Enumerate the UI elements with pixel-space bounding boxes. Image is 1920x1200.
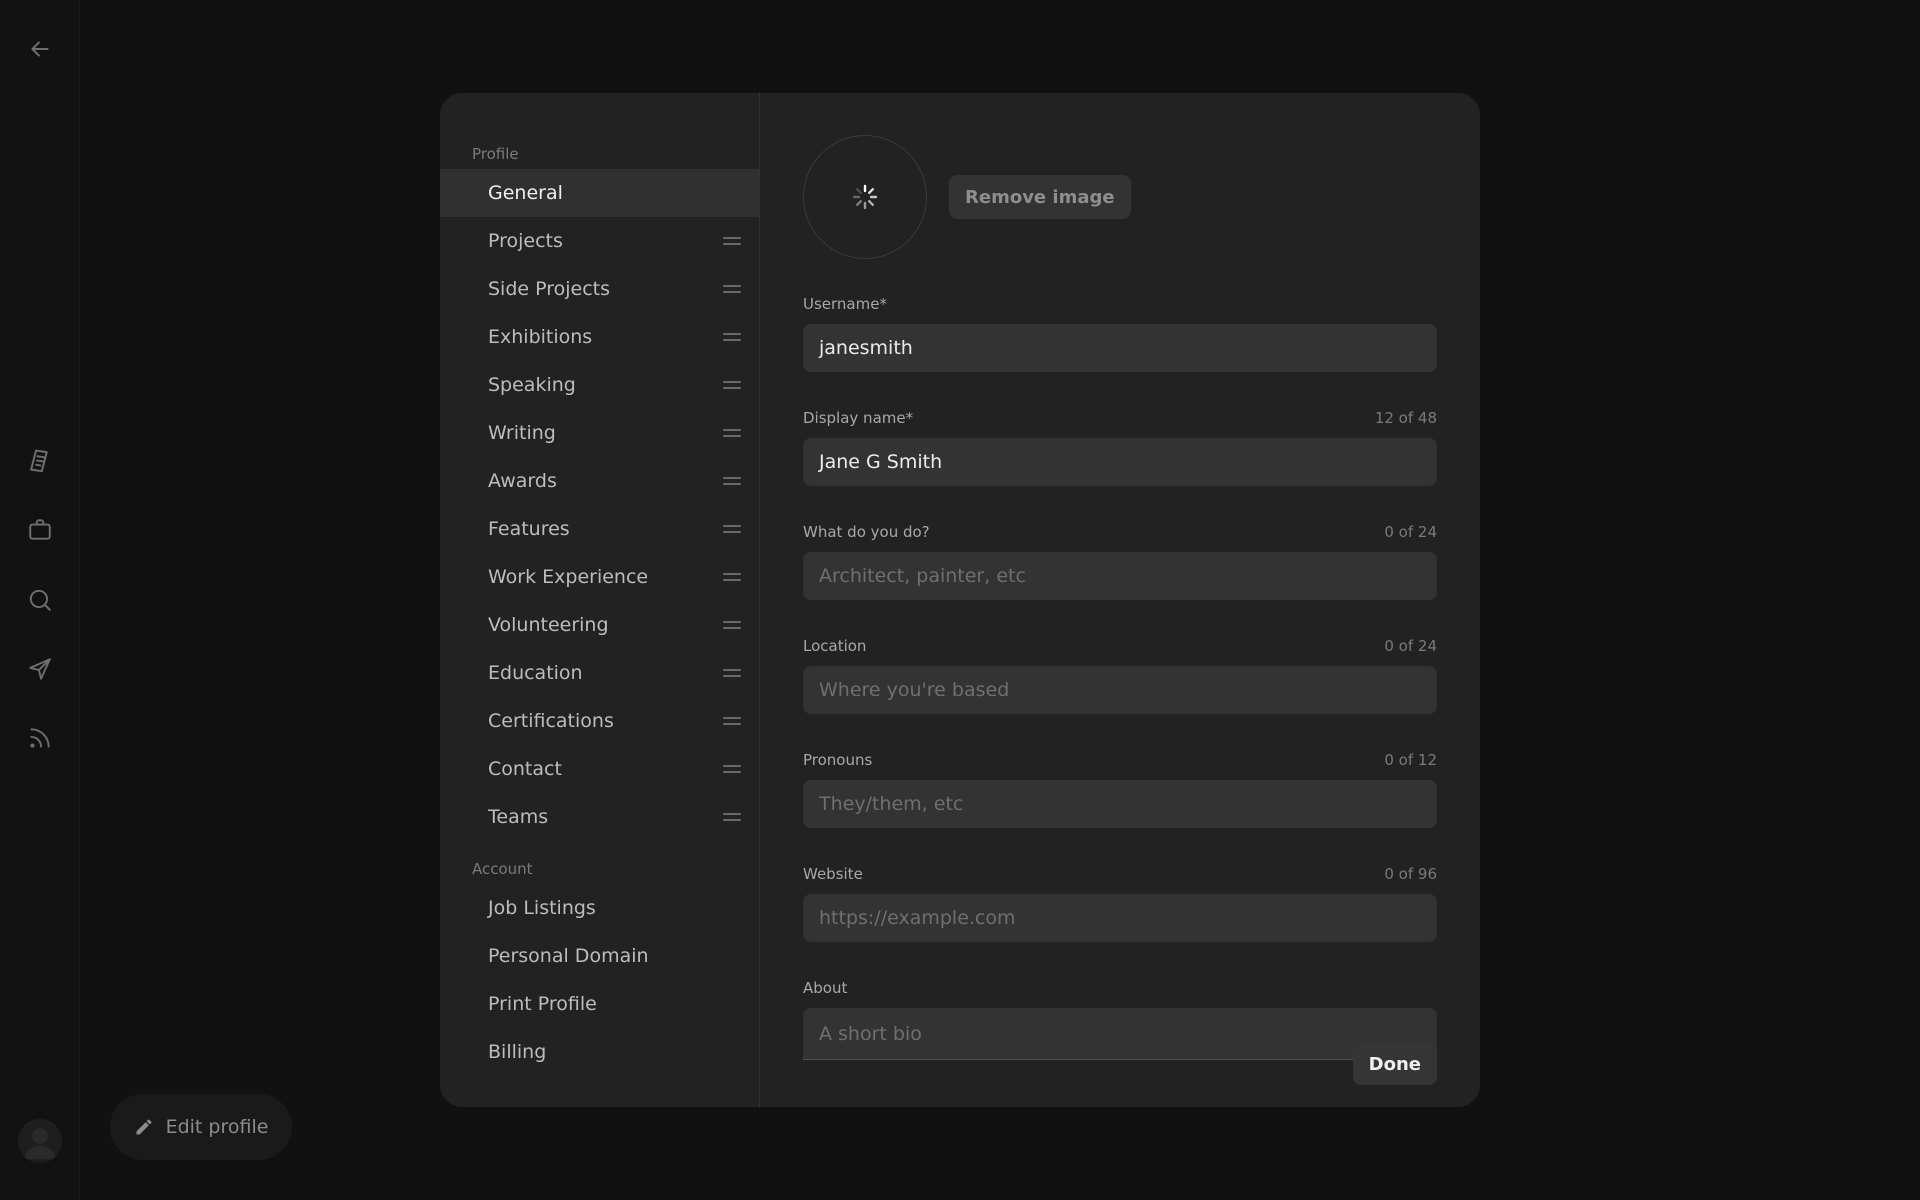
drag-handle-icon[interactable]: [723, 428, 741, 438]
pronouns-input[interactable]: They/them, etc: [803, 780, 1437, 828]
settings-sidebar: Profile General Projects Side Projects E…: [440, 93, 760, 1107]
drag-handle-icon[interactable]: [723, 380, 741, 390]
display-name-field-group: Display name* 12 of 48 Jane G Smith: [803, 408, 1437, 486]
sidebar-item-general[interactable]: General: [440, 169, 759, 217]
sidebar-item-teams[interactable]: Teams: [440, 793, 759, 841]
username-input[interactable]: janesmith: [803, 324, 1437, 372]
website-field-group: Website 0 of 96 https://example.com: [803, 864, 1437, 942]
display-name-char-count: 12 of 48: [1374, 409, 1437, 427]
about-field-group: About A short bio: [803, 978, 1437, 1060]
pronouns-label: Pronouns: [803, 751, 873, 769]
display-name-label: Display name*: [803, 409, 914, 427]
sidebar-item-speaking[interactable]: Speaking: [440, 361, 759, 409]
sidebar-item-job-listings[interactable]: Job Listings: [440, 884, 759, 932]
location-input[interactable]: Where you're based: [803, 666, 1437, 714]
sidebar-item-side-projects[interactable]: Side Projects: [440, 265, 759, 313]
drag-handle-icon[interactable]: [723, 284, 741, 294]
location-char-count: 0 of 24: [1384, 637, 1437, 655]
sidebar-item-contact[interactable]: Contact: [440, 745, 759, 793]
sidebar-item-writing[interactable]: Writing: [440, 409, 759, 457]
search-icon[interactable]: [22, 582, 58, 618]
drag-handle-icon[interactable]: [723, 668, 741, 678]
what-do-you-do-label: What do you do?: [803, 523, 930, 541]
website-char-count: 0 of 96: [1384, 865, 1437, 883]
sidebar-item-volunteering[interactable]: Volunteering: [440, 601, 759, 649]
sidebar-item-education[interactable]: Education: [440, 649, 759, 697]
user-avatar[interactable]: [18, 1119, 62, 1163]
remove-image-button[interactable]: Remove image: [949, 175, 1131, 219]
about-label: About: [803, 979, 848, 997]
briefcase-icon[interactable]: [22, 512, 58, 548]
drag-handle-icon[interactable]: [723, 764, 741, 774]
what-do-you-do-char-count: 0 of 24: [1384, 523, 1437, 541]
sidebar-item-work-experience[interactable]: Work Experience: [440, 553, 759, 601]
pronouns-char-count: 0 of 12: [1384, 751, 1437, 769]
drag-handle-icon[interactable]: [723, 332, 741, 342]
drag-handle-icon[interactable]: [723, 572, 741, 582]
account-section-label: Account: [472, 860, 533, 878]
edit-profile-button[interactable]: Edit profile: [110, 1094, 292, 1160]
edit-profile-label: Edit profile: [165, 1116, 269, 1138]
sidebar-item-billing[interactable]: Billing: [440, 1028, 759, 1076]
pencil-icon: [136, 1119, 152, 1135]
sidebar-item-personal-domain[interactable]: Personal Domain: [440, 932, 759, 980]
done-button[interactable]: Done: [1352, 1043, 1437, 1085]
left-rail: [0, 0, 80, 1200]
about-textarea[interactable]: A short bio: [803, 1008, 1437, 1060]
username-label: Username*: [803, 295, 887, 313]
general-settings-panel: Remove image Username* janesmith Display…: [760, 93, 1480, 1107]
website-input[interactable]: https://example.com: [803, 894, 1437, 942]
profile-section-label: Profile: [472, 145, 519, 163]
profile-image[interactable]: [803, 135, 927, 259]
document-icon[interactable]: [22, 443, 58, 479]
drag-handle-icon[interactable]: [723, 236, 741, 246]
drag-handle-icon[interactable]: [723, 524, 741, 534]
location-label: Location: [803, 637, 867, 655]
what-do-you-do-input[interactable]: Architect, painter, etc: [803, 552, 1437, 600]
drag-handle-icon[interactable]: [723, 716, 741, 726]
loading-spinner-icon: [852, 184, 878, 210]
pronouns-field-group: Pronouns 0 of 12 They/them, etc: [803, 750, 1437, 828]
display-name-input[interactable]: Jane G Smith: [803, 438, 1437, 486]
sidebar-item-features[interactable]: Features: [440, 505, 759, 553]
drag-handle-icon[interactable]: [723, 812, 741, 822]
send-icon[interactable]: [22, 651, 58, 687]
sidebar-item-certifications[interactable]: Certifications: [440, 697, 759, 745]
sidebar-item-awards[interactable]: Awards: [440, 457, 759, 505]
sidebar-item-exhibitions[interactable]: Exhibitions: [440, 313, 759, 361]
drag-handle-icon[interactable]: [723, 476, 741, 486]
drag-handle-icon[interactable]: [723, 620, 741, 630]
back-arrow-icon[interactable]: [22, 31, 58, 67]
username-field-group: Username* janesmith: [803, 294, 1437, 372]
location-field-group: Location 0 of 24 Where you're based: [803, 636, 1437, 714]
profile-form: Username* janesmith Display name* 12 of …: [803, 294, 1437, 1060]
website-label: Website: [803, 865, 863, 883]
rss-icon[interactable]: [22, 720, 58, 756]
profile-image-row: Remove image: [803, 135, 1437, 259]
sidebar-item-projects[interactable]: Projects: [440, 217, 759, 265]
what-do-you-do-field-group: What do you do? 0 of 24 Architect, paint…: [803, 522, 1437, 600]
sidebar-item-print-profile[interactable]: Print Profile: [440, 980, 759, 1028]
settings-modal: Profile General Projects Side Projects E…: [440, 93, 1480, 1107]
